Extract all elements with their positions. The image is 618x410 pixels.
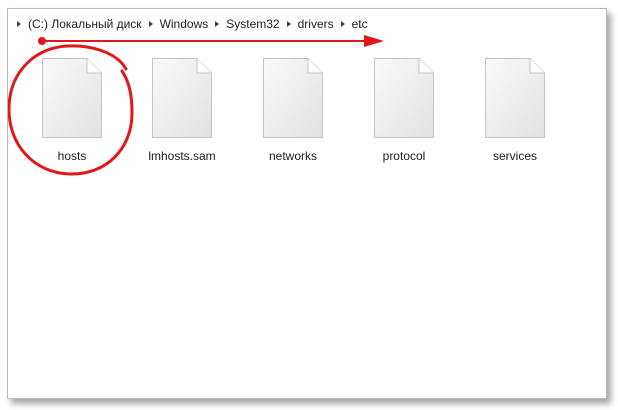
annotation-circle-icon: [8, 44, 134, 176]
explorer-window: (C:) Локальный диск Windows System32 dri…: [7, 8, 607, 399]
